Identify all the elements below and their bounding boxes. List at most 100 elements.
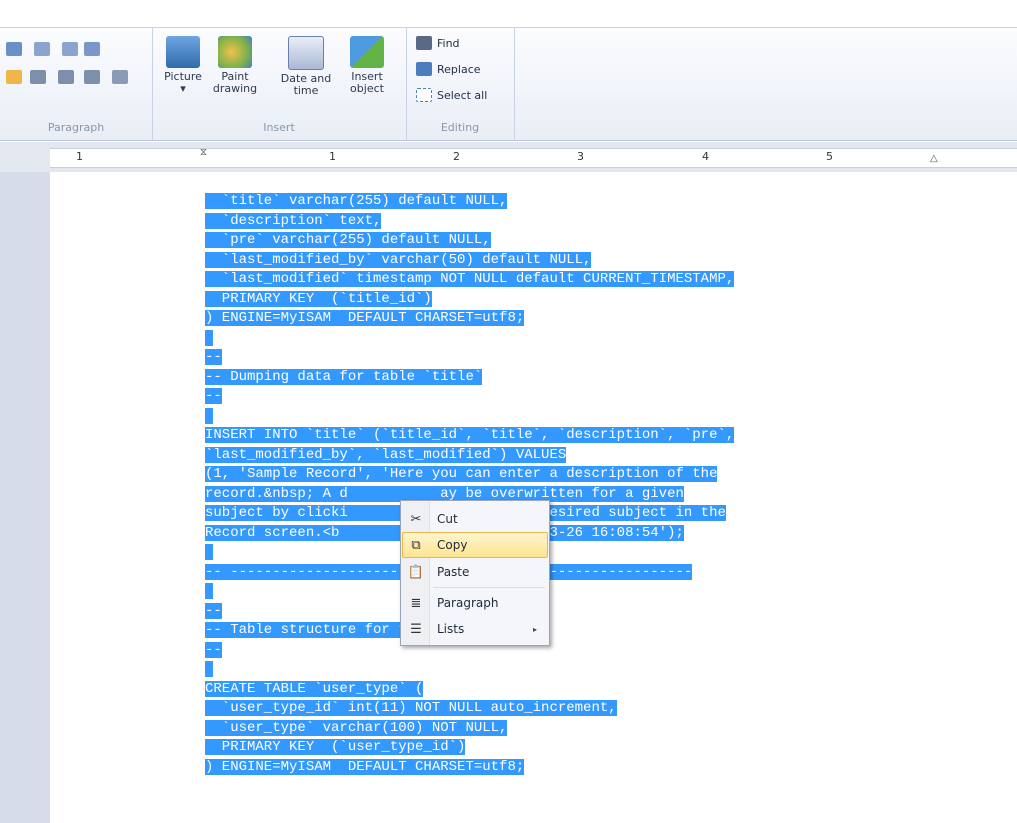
line-spacing-icon[interactable]: [84, 42, 100, 56]
document-line[interactable]: ) ENGINE=MyISAM DEFAULT CHARSET=utf8;: [205, 758, 734, 778]
selected-text: [205, 407, 214, 424]
menu-item-lists[interactable]: ☰ Lists ▸: [403, 617, 547, 641]
decrease-indent-icon[interactable]: [6, 42, 22, 56]
left-margin: [0, 172, 50, 823]
document-line[interactable]: CREATE TABLE `user_type` (: [205, 680, 734, 700]
selected-text: `last_modified_by`, `last_modified`) VAL…: [205, 446, 567, 463]
selected-text: `user_type_id` int(11) NOT NULL auto_inc…: [205, 700, 617, 716]
find-button[interactable]: Find: [416, 36, 460, 50]
selected-text: PRIMARY KEY (`title_id`): [205, 290, 432, 307]
insert-group-label: Insert: [263, 121, 295, 134]
calendar-clock-icon: [288, 36, 324, 70]
menu-separator: [433, 587, 545, 588]
menu-item-paragraph[interactable]: ≣ Paragraph: [403, 591, 547, 615]
menu-item-copy[interactable]: ⧉ Copy: [402, 532, 548, 558]
document-line[interactable]: [205, 407, 734, 427]
paragraph-group: Paragraph: [0, 28, 153, 140]
selected-text: ) ENGINE=MyISAM DEFAULT CHARSET=utf8;: [205, 758, 525, 775]
menu-item-paste[interactable]: 📋 Paste: [403, 560, 547, 584]
selected-text: `last_modified_by` varchar(50) default N…: [205, 251, 592, 268]
document-line[interactable]: -- Dumping data for table `title`: [205, 368, 734, 388]
document-line[interactable]: `last_modified_by`, `last_modified`) VAL…: [205, 446, 734, 466]
document-line[interactable]: `last_modified_by` varchar(50) default N…: [205, 251, 734, 271]
paragraph-icon: ≣: [410, 595, 422, 611]
selected-text: CREATE TABLE `user_type` (: [205, 680, 424, 697]
date-time-button[interactable]: Date and time: [278, 36, 334, 97]
submenu-arrow-icon: ▸: [532, 624, 537, 634]
ribbon-body: Paragraph Picture ▾ Paint drawing Date a…: [0, 27, 1017, 141]
ruler-number: 3: [577, 150, 584, 163]
copy-icon: ⧉: [411, 537, 421, 553]
document-line[interactable]: [205, 329, 734, 349]
selected-text: --: [205, 641, 222, 658]
selected-text: `user_type` varchar(100) NOT NULL,: [205, 719, 508, 736]
align-left-icon[interactable]: [6, 70, 22, 84]
document-line[interactable]: (1, 'Sample Record', 'Here you can enter…: [205, 465, 734, 485]
replace-button[interactable]: Replace: [416, 62, 481, 76]
justify-icon[interactable]: [84, 70, 100, 84]
menu-item-cut[interactable]: ✂ Cut: [403, 507, 547, 531]
select-all-icon: [416, 88, 432, 102]
paragraph-group-label: Paragraph: [47, 121, 105, 134]
selected-text: `last_modified` timestamp NOT NULL defau…: [205, 271, 735, 287]
selected-text: --: [205, 349, 222, 365]
align-center-icon[interactable]: [30, 70, 46, 84]
selected-text: [205, 544, 214, 560]
paste-icon: 📋: [407, 564, 425, 580]
binoculars-icon: [416, 36, 432, 50]
context-menu: ✂ Cut ⧉ Copy 📋 Paste ≣ Paragraph ☰ Lists…: [400, 500, 550, 646]
selected-text: [205, 329, 214, 346]
document-page[interactable]: `title` varchar(255) default NULL, `desc…: [50, 172, 1017, 823]
list-icon: ☰: [410, 621, 422, 637]
insert-object-button[interactable]: Insert object: [342, 36, 392, 95]
selected-text: [205, 661, 214, 677]
paint-drawing-button[interactable]: Paint drawing: [210, 36, 260, 95]
scissors-icon: ✂: [410, 511, 422, 527]
ruler-number: 4: [702, 150, 709, 163]
document-line[interactable]: INSERT INTO `title` (`title_id`, `title`…: [205, 426, 735, 446]
align-right-icon[interactable]: [58, 70, 74, 84]
document-line[interactable]: [205, 660, 734, 680]
selected-text: ) ENGINE=MyISAM DEFAULT CHARSET=utf8;: [205, 310, 525, 326]
document-line[interactable]: PRIMARY KEY (`user_type_id`): [205, 738, 734, 758]
document-line[interactable]: --: [205, 387, 734, 407]
bullet-list-icon[interactable]: [34, 42, 50, 56]
right-indent-marker[interactable]: △: [930, 153, 938, 164]
selected-text: INSERT INTO `title` (`title_id`, `title`…: [205, 427, 735, 443]
replace-icon: [416, 62, 432, 76]
indent-marker[interactable]: ⧖: [200, 147, 207, 158]
picture-icon: [166, 36, 200, 68]
document-line[interactable]: `user_type` varchar(100) NOT NULL,: [205, 719, 734, 739]
selected-text: `pre` varchar(255) default NULL,: [205, 232, 491, 248]
select-all-button[interactable]: Select all: [416, 88, 487, 102]
chevron-down-icon[interactable]: [62, 42, 78, 56]
document-line[interactable]: `title` varchar(255) default NULL,: [205, 192, 734, 212]
ruler-number: 5: [826, 150, 833, 163]
editing-group-label: Editing: [440, 121, 480, 134]
document-line[interactable]: ) ENGINE=MyISAM DEFAULT CHARSET=utf8;: [205, 309, 734, 329]
insert-group: Picture ▾ Paint drawing Date and time In…: [152, 28, 407, 140]
selected-text: (1, 'Sample Record', 'Here you can enter…: [205, 466, 718, 482]
object-icon: [350, 36, 384, 68]
ruler-number: 1: [76, 150, 83, 163]
selected-text: --: [205, 602, 222, 619]
selected-text: [205, 583, 214, 599]
document-line[interactable]: --: [205, 348, 734, 368]
ruler-number: 1: [329, 150, 336, 163]
document-text[interactable]: `title` varchar(255) default NULL, `desc…: [205, 192, 735, 778]
editing-group: Find Replace Select all Editing: [406, 28, 515, 140]
paragraph-settings-icon[interactable]: [112, 70, 128, 84]
document-line[interactable]: PRIMARY KEY (`title_id`): [205, 290, 734, 310]
ruler-number: 2: [453, 150, 460, 163]
document-line[interactable]: `pre` varchar(255) default NULL,: [205, 231, 734, 251]
document-line[interactable]: `last_modified` timestamp NOT NULL defau…: [205, 270, 735, 290]
selected-text: `description` text,: [205, 212, 382, 229]
document-line[interactable]: `user_type_id` int(11) NOT NULL auto_inc…: [205, 699, 734, 719]
picture-button[interactable]: Picture ▾: [158, 36, 208, 95]
ribbon-tab-strip: [0, 0, 1017, 27]
document-line[interactable]: `description` text,: [205, 212, 734, 232]
selected-text: PRIMARY KEY (`user_type_id`): [205, 739, 466, 755]
palette-icon: [218, 36, 252, 68]
ribbon: Paragraph Picture ▾ Paint drawing Date a…: [0, 0, 1017, 142]
selected-text: `title` varchar(255) default NULL,: [205, 193, 508, 209]
